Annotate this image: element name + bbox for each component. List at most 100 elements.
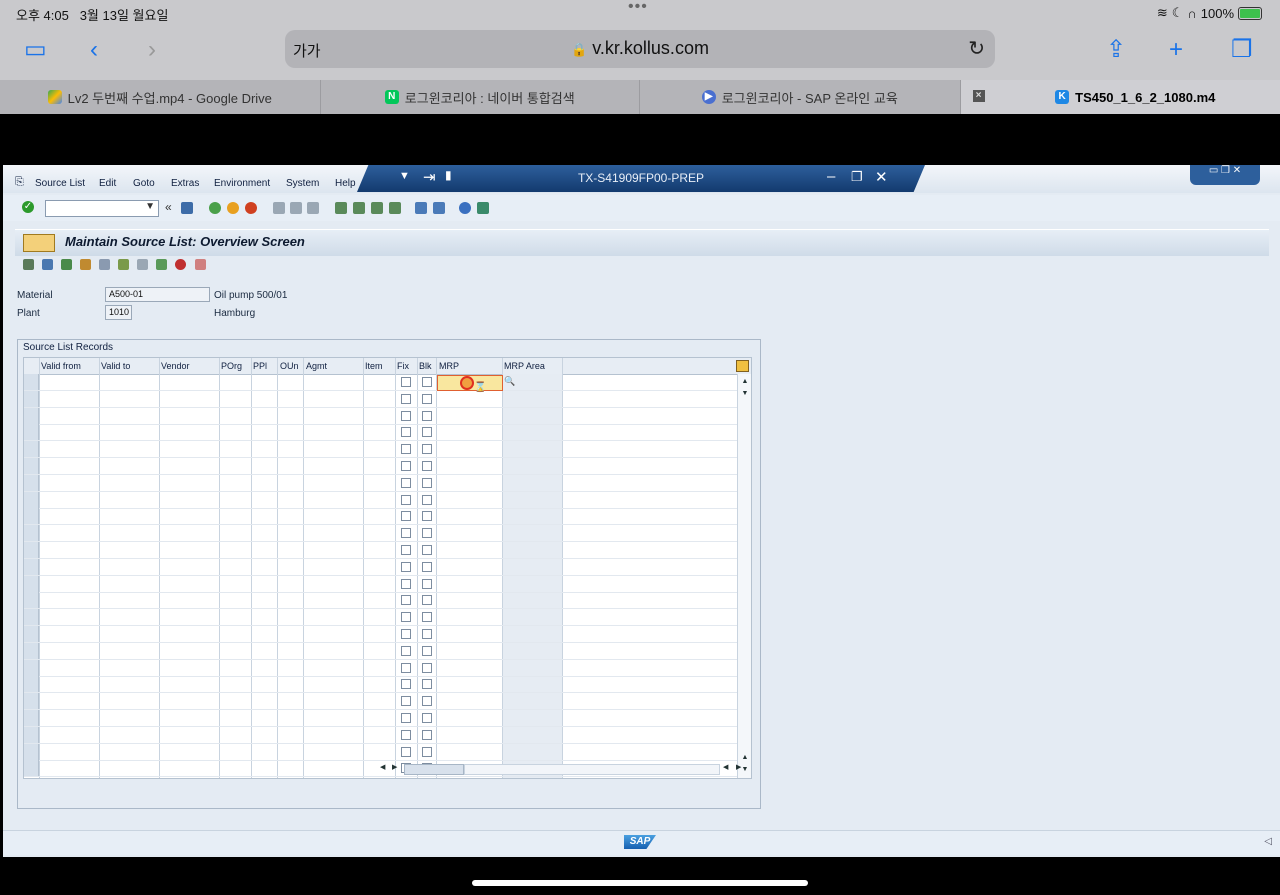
share-icon[interactable]: ⇪	[1106, 36, 1126, 64]
delete-icon[interactable]	[42, 259, 53, 270]
blk-checkbox[interactable]	[422, 393, 432, 404]
print-list-icon[interactable]	[195, 259, 206, 270]
blk-checkbox[interactable]	[422, 729, 432, 740]
home-indicator[interactable]	[472, 880, 808, 886]
menu-help[interactable]: Help	[335, 178, 356, 189]
fix-checkbox[interactable]	[401, 612, 411, 623]
row-selector[interactable]	[24, 390, 39, 407]
blk-checkbox[interactable]	[422, 477, 432, 488]
fix-checkbox[interactable]	[401, 696, 411, 707]
tab-naver[interactable]: N 로그윈코리아 : 네이버 통합검색	[321, 80, 640, 114]
blk-checkbox[interactable]	[422, 746, 432, 757]
col-mrp-area[interactable]: MRP Area	[504, 361, 545, 371]
blk-checkbox[interactable]	[422, 645, 432, 656]
fix-checkbox[interactable]	[401, 679, 411, 690]
blk-checkbox[interactable]	[422, 410, 432, 421]
row-selector[interactable]	[24, 626, 39, 642]
first-page-icon[interactable]	[335, 202, 347, 214]
row-selector[interactable]	[24, 575, 39, 592]
scroll-left-end-icon[interactable]: ◀	[723, 763, 728, 771]
blk-checkbox[interactable]	[422, 612, 432, 623]
blk-checkbox[interactable]	[422, 595, 432, 606]
collapse-icon[interactable]: «	[165, 200, 172, 214]
row-selector[interactable]	[24, 676, 39, 693]
scroll-right-end-icon[interactable]: ▶	[736, 763, 741, 771]
row-selector[interactable]	[24, 458, 39, 474]
close-icon[interactable]: ✕	[875, 168, 888, 186]
fix-checkbox[interactable]	[401, 377, 411, 387]
find-next-icon[interactable]	[307, 202, 319, 214]
scroll-left-icon[interactable]: ◀	[380, 763, 385, 771]
col-oun[interactable]: OUn	[280, 361, 299, 371]
check-icon[interactable]	[137, 259, 148, 270]
fix-checkbox[interactable]	[401, 729, 411, 740]
blk-checkbox[interactable]	[422, 377, 432, 387]
cancel-icon[interactable]	[245, 202, 257, 214]
deselect-icon[interactable]	[175, 259, 186, 270]
row-selector[interactable]	[24, 542, 39, 558]
print-icon[interactable]	[273, 202, 285, 214]
blk-checkbox[interactable]	[422, 427, 432, 438]
col-valid-to[interactable]: Valid to	[101, 361, 130, 371]
row-selector[interactable]	[24, 609, 39, 626]
fix-checkbox[interactable]	[401, 662, 411, 673]
close-tab-icon[interactable]: ×	[972, 90, 985, 102]
col-valid-from[interactable]: Valid from	[41, 361, 81, 371]
last-page-icon[interactable]	[389, 202, 401, 214]
menu-exit-icon[interactable]: ⎘	[15, 176, 24, 189]
blk-checkbox[interactable]	[422, 662, 432, 673]
row-selector[interactable]	[24, 743, 39, 760]
row-selector[interactable]	[24, 374, 39, 390]
reload-icon[interactable]: ↻	[968, 36, 985, 61]
col-item[interactable]: Item	[365, 361, 383, 371]
row-selector[interactable]	[24, 525, 39, 542]
blk-checkbox[interactable]	[422, 444, 432, 455]
multitask-dots-icon[interactable]: •••	[628, 0, 648, 16]
scroll-track[interactable]	[464, 764, 720, 775]
sidebar-icon[interactable]: ▭	[24, 36, 47, 64]
enter-check-icon[interactable]: ✓	[22, 201, 34, 213]
new-tab-icon[interactable]: +	[1169, 36, 1183, 64]
display-change-icon[interactable]	[23, 259, 34, 270]
fix-checkbox[interactable]	[401, 511, 411, 522]
fix-checkbox[interactable]	[401, 393, 411, 404]
back-green-icon[interactable]	[209, 202, 221, 214]
row-selector[interactable]	[24, 407, 39, 424]
details-icon[interactable]	[118, 259, 129, 270]
row-selector[interactable]	[24, 491, 39, 508]
tab-google-drive[interactable]: Lv2 두번째 수업.mp4 - Google Drive	[0, 80, 321, 114]
tab-sap-education[interactable]: ▶ 로그윈코리아 - SAP 온라인 교육	[640, 80, 961, 114]
fix-checkbox[interactable]	[401, 410, 411, 421]
new-session-icon[interactable]	[415, 202, 427, 214]
menu-extras[interactable]: Extras	[171, 178, 199, 189]
blk-checkbox[interactable]	[422, 545, 432, 555]
command-dropdown-icon[interactable]: ▼	[145, 201, 155, 212]
row-selector[interactable]	[24, 726, 39, 743]
blk-checkbox[interactable]	[422, 528, 432, 539]
table-settings-icon[interactable]	[736, 360, 749, 372]
address-bar[interactable]: 가가 🔒 v.kr.kollus.com ↻	[285, 30, 995, 68]
fix-checkbox[interactable]	[401, 629, 411, 639]
copy-icon[interactable]	[61, 259, 72, 270]
col-mrp[interactable]: MRP	[439, 361, 459, 371]
layout-menu-icon[interactable]	[477, 202, 489, 214]
command-field[interactable]: ▼	[45, 200, 159, 217]
generate-icon[interactable]	[80, 259, 91, 270]
find-icon[interactable]	[290, 202, 302, 214]
row-selector[interactable]	[24, 592, 39, 609]
new-entries-icon[interactable]	[99, 259, 110, 270]
row-selector[interactable]	[24, 424, 39, 441]
blk-checkbox[interactable]	[422, 561, 432, 572]
row-selector[interactable]	[24, 760, 39, 777]
fix-checkbox[interactable]	[401, 713, 411, 723]
help-icon[interactable]	[459, 202, 471, 214]
col-agmt[interactable]: Agmt	[306, 361, 327, 371]
blk-checkbox[interactable]	[422, 713, 432, 723]
previous-page-icon[interactable]	[353, 202, 365, 214]
minimize-icon[interactable]: –	[827, 168, 835, 185]
row-selector[interactable]	[24, 659, 39, 676]
col-ppl[interactable]: PPl	[253, 361, 267, 371]
blk-checkbox[interactable]	[422, 629, 432, 639]
blk-checkbox[interactable]	[422, 461, 432, 471]
scroll-right-icon[interactable]: ▶	[392, 763, 397, 771]
